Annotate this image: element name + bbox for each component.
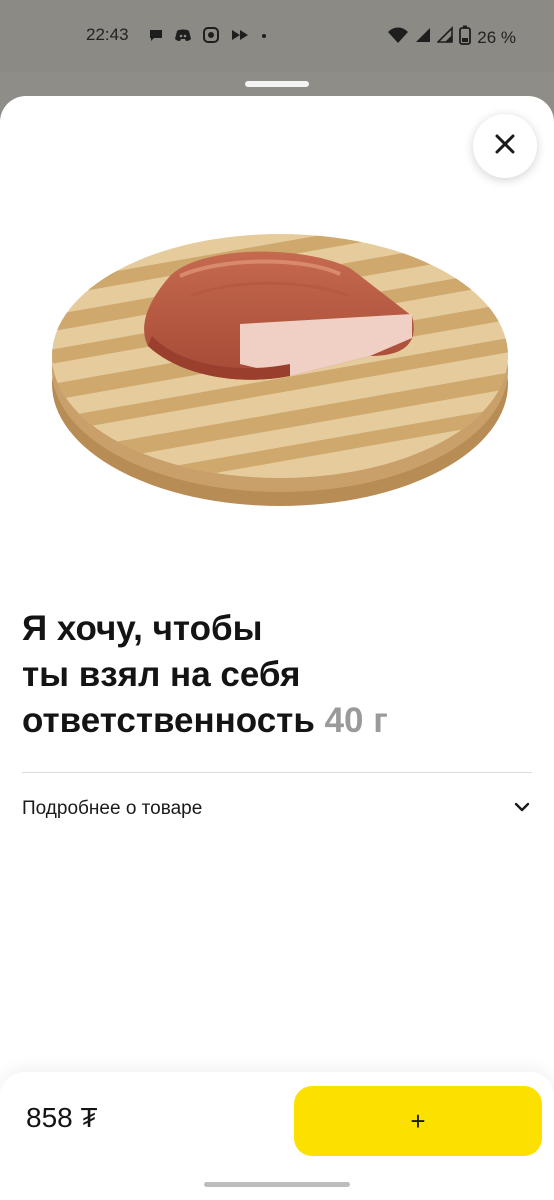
product-image (40, 206, 520, 506)
signal-icon (415, 26, 431, 49)
add-button-label: + (410, 1105, 426, 1136)
product-details-toggle[interactable]: Подробнее о товаре (22, 792, 532, 826)
product-title: Я хочу, чтобы ты взял на себя ответствен… (22, 606, 522, 744)
purchase-bar: 858 ₮ + (0, 1072, 554, 1200)
close-icon[interactable] (493, 132, 517, 161)
signal-icon (436, 26, 454, 49)
battery-percentage: 26 % (477, 27, 516, 47)
add-to-cart-button[interactable]: + (294, 1086, 542, 1156)
product-sheet: Я хочу, чтобы ты взял на себя ответствен… (0, 96, 554, 1200)
chevron-down-icon[interactable] (512, 797, 532, 822)
status-bar: 22:43 26 % (0, 0, 554, 72)
app-icon (202, 26, 220, 48)
status-right: 26 % (387, 25, 516, 50)
divider (22, 772, 532, 773)
wifi-icon (387, 26, 409, 49)
sheet-drag-handle[interactable] (245, 81, 309, 87)
dot-icon (260, 27, 268, 47)
home-indicator[interactable] (204, 1182, 350, 1187)
forward-icon (230, 27, 250, 47)
close-button[interactable] (473, 114, 537, 178)
details-label: Подробнее о товаре (22, 798, 203, 819)
product-weight: 40 г (324, 701, 388, 740)
title-line-3: ответственность (22, 701, 315, 740)
battery-icon (459, 25, 472, 50)
discord-icon (174, 27, 192, 47)
title-line-2: ты взял на себя (22, 655, 301, 694)
title-line-1: Я хочу, чтобы (22, 609, 263, 648)
status-time: 22:43 (86, 25, 129, 44)
notification-icons (148, 26, 268, 48)
product-price: 858 ₮ (26, 1102, 98, 1133)
chat-bubble-icon (148, 27, 164, 47)
